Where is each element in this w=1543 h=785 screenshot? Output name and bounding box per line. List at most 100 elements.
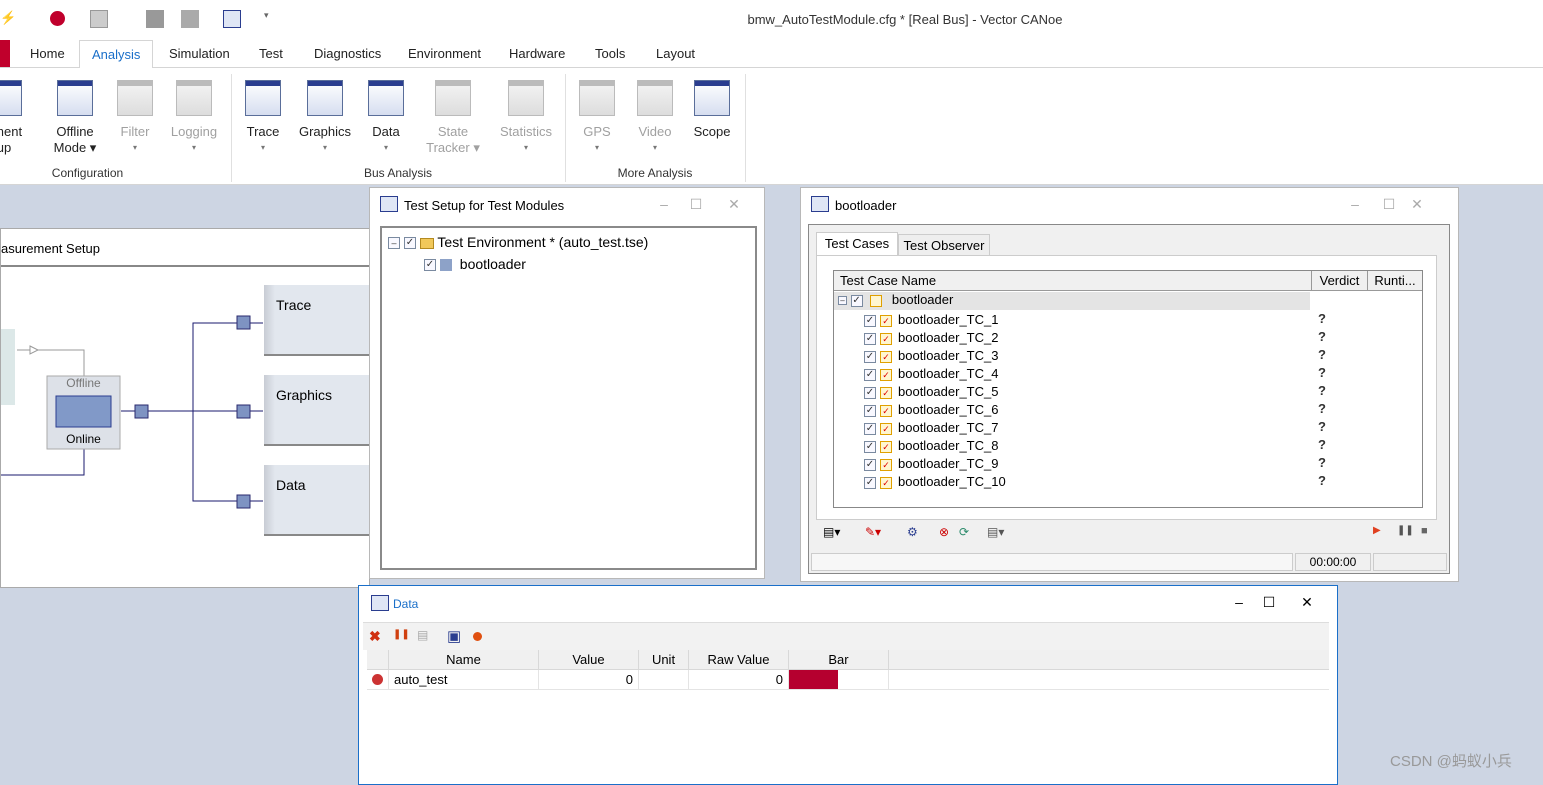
logging-button[interactable]: Logging ▾ bbox=[162, 78, 226, 156]
toolbar-reset-icon[interactable]: ⟳ bbox=[959, 525, 969, 539]
checkbox[interactable]: ✓ bbox=[850, 294, 863, 307]
start-icon[interactable]: ▶ bbox=[1373, 525, 1381, 536]
checkbox[interactable]: ✓ bbox=[864, 386, 876, 399]
test-case-row[interactable]: ✓ ✓ bootloader_TC_2 bbox=[864, 329, 998, 347]
graphics-block[interactable]: Graphics bbox=[264, 375, 374, 446]
tab-hardware[interactable]: Hardware bbox=[497, 40, 577, 68]
column-header-raw-value[interactable]: Raw Value bbox=[689, 650, 789, 670]
save-icon[interactable]: ▣ bbox=[447, 627, 461, 645]
column-header-runtime[interactable]: Runti... bbox=[1368, 271, 1422, 291]
minimize-button[interactable]: – bbox=[1345, 196, 1365, 212]
lightning-icon[interactable]: ⚡ bbox=[0, 10, 18, 28]
tree-item-bootloader[interactable]: ✓ bootloader bbox=[424, 256, 526, 272]
collapse-icon[interactable]: – bbox=[838, 296, 847, 306]
close-button[interactable]: ✕ bbox=[1297, 594, 1317, 611]
measurement-setup-button[interactable]: ementup bbox=[0, 78, 36, 156]
customize-dropdown-icon[interactable]: ▾ bbox=[264, 10, 282, 28]
test-case-row[interactable]: ✓ ✓ bootloader_TC_5 bbox=[864, 383, 998, 401]
checkbox[interactable]: ✓ bbox=[403, 237, 416, 250]
checkbox[interactable]: ✓ bbox=[864, 458, 876, 471]
statistics-button[interactable]: Statistics ▾ bbox=[494, 78, 558, 156]
delete-icon[interactable]: ✖ bbox=[369, 628, 381, 645]
test-case-row[interactable]: ✓ ✓ bootloader_TC_4 bbox=[864, 365, 998, 383]
checkbox[interactable]: ✓ bbox=[864, 422, 876, 435]
maximize-button[interactable]: ☐ bbox=[1379, 196, 1399, 213]
tab-layout[interactable]: Layout bbox=[644, 40, 707, 68]
video-button[interactable]: Video ▾ bbox=[623, 78, 687, 156]
data-button[interactable]: Data ▾ bbox=[354, 78, 418, 156]
save-as-icon[interactable] bbox=[181, 10, 199, 28]
state-tracker-button[interactable]: State Tracker ▾ bbox=[421, 78, 485, 156]
trace-button[interactable]: Trace ▾ bbox=[231, 78, 295, 156]
node-handle[interactable] bbox=[134, 404, 149, 419]
column-header-bar[interactable]: Bar bbox=[789, 650, 889, 670]
data-block[interactable]: Data bbox=[264, 465, 374, 536]
tab-environment[interactable]: Environment bbox=[396, 40, 493, 68]
test-case-row[interactable]: ✓ ✓ bootloader_TC_8 bbox=[864, 437, 998, 455]
filter-button[interactable]: Filter ▾ bbox=[103, 78, 167, 156]
test-case-row[interactable]: ✓ ✓ bootloader_TC_1 bbox=[864, 311, 998, 329]
tab-analysis[interactable]: Analysis bbox=[79, 40, 154, 69]
maximize-button[interactable]: ☐ bbox=[1259, 594, 1279, 611]
test-case-row[interactable]: ✓ ✓ bootloader_TC_10 bbox=[864, 473, 1006, 491]
pause-icon[interactable]: ❚❚ bbox=[393, 629, 410, 640]
stop-icon[interactable] bbox=[50, 11, 65, 26]
tab-tools[interactable]: Tools bbox=[583, 40, 637, 68]
trace-block[interactable]: Trace bbox=[264, 285, 374, 356]
toolbar-stop-test-icon[interactable]: ⊗ bbox=[939, 525, 949, 539]
cell-name[interactable]: auto_test bbox=[389, 670, 539, 690]
column-header-verdict[interactable]: Verdict bbox=[1312, 271, 1368, 291]
pause-icon[interactable]: ❚❚ bbox=[1397, 525, 1414, 536]
column-header-value[interactable]: Value bbox=[539, 650, 639, 670]
tab-test-cases[interactable]: Test Cases bbox=[816, 232, 898, 256]
checkbox[interactable]: ✓ bbox=[864, 368, 876, 381]
close-button[interactable]: ✕ bbox=[724, 196, 744, 213]
column-header-name[interactable]: Test Case Name bbox=[834, 271, 1312, 291]
checkbox[interactable]: ✓ bbox=[864, 350, 876, 363]
scope-button[interactable]: Scope bbox=[680, 78, 744, 140]
tab-home[interactable]: Home bbox=[18, 40, 77, 68]
checkbox[interactable]: ✓ bbox=[864, 404, 876, 417]
test-case-row[interactable]: ✓ ✓ bootloader_TC_9 bbox=[864, 455, 998, 473]
offline-mode-button[interactable]: Offline Mode ▾ bbox=[43, 78, 107, 156]
open-folder-icon[interactable] bbox=[90, 10, 108, 28]
record-icon[interactable] bbox=[473, 632, 482, 641]
column-header-unit[interactable]: Unit bbox=[639, 650, 689, 670]
checkbox[interactable]: ✓ bbox=[424, 259, 436, 272]
checkbox[interactable]: ✓ bbox=[864, 314, 876, 327]
checkbox[interactable]: ✓ bbox=[864, 440, 876, 453]
toolbar-edit-button[interactable]: ✎▾ bbox=[865, 525, 881, 539]
test-case-row[interactable]: ✓ ✓ bootloader_TC_6 bbox=[864, 401, 998, 419]
checkbox[interactable]: ✓ bbox=[864, 332, 876, 345]
cell-value[interactable]: 0 bbox=[539, 670, 639, 690]
gps-button[interactable]: GPS ▾ bbox=[565, 78, 629, 156]
tab-test-observer[interactable]: Test Observer bbox=[898, 234, 990, 256]
toolbar-test-report-button[interactable]: ▤▾ bbox=[823, 525, 840, 539]
test-case-row[interactable]: ✓ ✓ bootloader_TC_7 bbox=[864, 419, 998, 437]
checkbox[interactable]: ✓ bbox=[864, 476, 876, 489]
column-header-name[interactable]: Name bbox=[389, 650, 539, 670]
close-button[interactable]: ✕ bbox=[1407, 196, 1427, 213]
node-handle[interactable] bbox=[236, 315, 251, 330]
tab-test[interactable]: Test bbox=[247, 40, 295, 68]
config-icon[interactable]: ▤ bbox=[417, 628, 428, 642]
save-icon[interactable] bbox=[146, 10, 164, 28]
stop-icon[interactable]: ■ bbox=[1421, 525, 1428, 537]
tree-item-test-environment[interactable]: – ✓ Test Environment * (auto_test.tse) bbox=[388, 234, 648, 250]
node-handle[interactable] bbox=[236, 404, 251, 419]
test-case-row[interactable]: ✓ ✓ bootloader_TC_3 bbox=[864, 347, 998, 365]
cell-raw-value[interactable]: 0 bbox=[689, 670, 789, 690]
tab-simulation[interactable]: Simulation bbox=[157, 40, 242, 68]
minimize-button[interactable]: – bbox=[654, 196, 674, 212]
graphics-button[interactable]: Graphics ▾ bbox=[293, 78, 357, 156]
node-handle[interactable] bbox=[236, 494, 251, 509]
globe-window-icon[interactable] bbox=[223, 10, 241, 28]
toolbar-document-button[interactable]: ▤▾ bbox=[987, 525, 1004, 539]
tree-item-bootloader-root[interactable]: – ✓ bootloader bbox=[834, 292, 1310, 310]
maximize-button[interactable]: ☐ bbox=[686, 196, 706, 213]
minimize-button[interactable]: – bbox=[1229, 594, 1249, 610]
collapse-icon[interactable]: – bbox=[388, 237, 400, 250]
file-menu-button[interactable] bbox=[0, 40, 10, 67]
tab-diagnostics[interactable]: Diagnostics bbox=[302, 40, 393, 68]
toolbar-settings-button[interactable]: ⚙ bbox=[907, 525, 918, 539]
